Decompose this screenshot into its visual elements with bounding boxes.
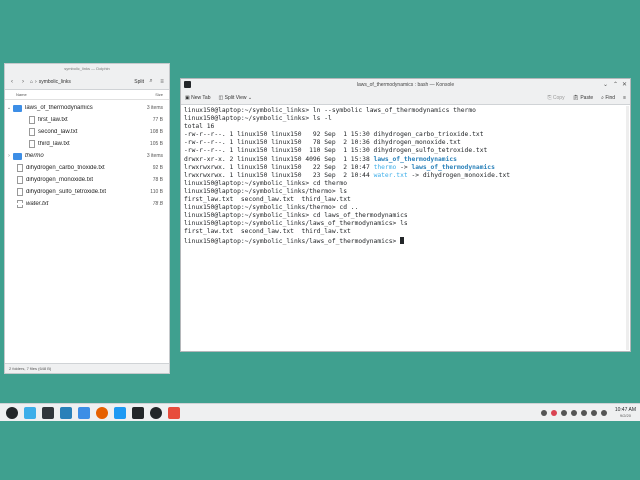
home-icon[interactable]: ⌂ — [30, 79, 33, 85]
terminal-line: -rw-r--r--. 1 linux150 linux150 110 Sep … — [184, 147, 488, 155]
copy-button[interactable]: ⎘ Copy — [548, 95, 565, 101]
system-tray: 10:47 AM 9/2/20 — [540, 404, 640, 422]
search-icon[interactable]: ⌕ — [147, 78, 155, 86]
new-tab-button[interactable]: ▣ New Tab — [185, 95, 211, 101]
terminal-line: linux150@laptop:~/symbolic_links/laws_of… — [184, 237, 401, 245]
text-file-icon — [29, 128, 35, 136]
file-link-icon — [17, 200, 23, 208]
terminal-line: drwxr-xr-x. 2 linux150 linux150 4096 Sep… — [184, 155, 374, 163]
breadcrumb[interactable]: ⌂ › symbolic_links — [30, 79, 71, 85]
dolphin-task-icon[interactable] — [114, 406, 126, 419]
konsole-task-icon[interactable] — [132, 406, 144, 419]
back-icon[interactable]: ‹ — [8, 78, 16, 86]
terminal-line: linux150@laptop:~/symbolic_links> cd the… — [184, 179, 348, 187]
chevron-right-icon[interactable]: › — [5, 153, 13, 159]
status-bar: 2 folders, 7 files (648 B) — [5, 363, 169, 373]
terminal-line: total 16 — [184, 123, 215, 131]
terminal-line: -rw-r--r--. 1 linux150 linux150 78 Sep 2… — [184, 139, 461, 147]
folder-link-icon — [13, 152, 22, 160]
pager-icon[interactable] — [24, 406, 36, 419]
fm-title: symbolic_links — Dolphin — [5, 64, 169, 74]
volume-icon[interactable] — [580, 410, 587, 416]
list-item[interactable]: water.txt 78 B — [5, 198, 169, 210]
office-icon[interactable] — [168, 406, 180, 419]
chevron-right-icon: › — [35, 78, 37, 85]
split-button[interactable]: Split — [134, 79, 144, 85]
chevron-down-icon[interactable]: ⌄ — [5, 105, 13, 111]
symlink-name: water.txt — [373, 171, 408, 179]
terminal-window: laws_of_thermodynamics : bash — Konsole … — [180, 78, 631, 352]
terminal-title: laws_of_thermodynamics : bash — Konsole — [356, 82, 455, 88]
folder-icon — [13, 104, 22, 112]
folder-app-icon[interactable] — [78, 406, 90, 419]
discover-icon[interactable] — [60, 406, 72, 419]
expand-icon[interactable] — [600, 410, 607, 416]
terminal-line: first_law.txt second_law.txt third_law.t… — [184, 228, 351, 236]
app-launcher-icon[interactable] — [6, 406, 18, 419]
text-file-icon — [29, 116, 35, 124]
menu-icon[interactable]: ≡ — [158, 78, 166, 86]
symlink-target: dihydrogen_monoxide.txt — [422, 171, 511, 179]
terminal-toolbar: ▣ New Tab ◫ Split View ⌄ ⎘ Copy 📋︎ Paste… — [181, 91, 630, 105]
text-cursor — [400, 236, 405, 244]
menu-icon[interactable]: ≡ — [623, 95, 626, 101]
find-button[interactable]: ⌕ Find — [601, 95, 615, 101]
text-file-icon — [17, 164, 23, 172]
column-header[interactable]: Name Size — [5, 90, 169, 100]
breadcrumb-current[interactable]: symbolic_links — [39, 79, 71, 85]
directory-name: laws_of_thermodynamics — [373, 155, 457, 163]
terminal-line: linux150@laptop:~/symbolic_links/laws_of… — [184, 220, 408, 228]
terminal-line: linux150@laptop:~/symbolic_links/thermo>… — [184, 204, 359, 212]
clock-date: 9/2/20 — [619, 413, 631, 418]
terminal-line: first_law.txt second_law.txt third_law.t… — [184, 196, 351, 204]
close-icon[interactable]: ✕ — [622, 79, 627, 91]
file-list: ⌄ laws_of_thermodynamics 3 items first_l… — [5, 100, 169, 210]
terminal-line: linux150@laptop:~/symbolic_links> ls -l — [184, 115, 332, 123]
list-item[interactable]: dihydrogen_sulfo_tetroxide.txt 110 B — [5, 186, 169, 198]
network-icon[interactable] — [570, 410, 577, 416]
terminal-line: lrwxrwxrwx. 1 linux150 linux150 22 Sep 2… — [184, 163, 374, 171]
list-item[interactable]: dihydrogen_monoxide.txt 78 B — [5, 174, 169, 186]
battery-icon[interactable] — [590, 410, 597, 416]
list-item[interactable]: dihydrogen_carbo_trioxide.txt 92 B — [5, 162, 169, 174]
split-view-button[interactable]: ◫ Split View ⌄ — [219, 95, 253, 101]
clock[interactable]: 10:47 AM 9/2/20 — [615, 407, 636, 419]
konsole-icon — [184, 81, 191, 88]
terminal-line: linux150@laptop:~/symbolic_links> ln --s… — [184, 107, 476, 114]
link-arrow: -> — [407, 171, 423, 179]
terminal-titlebar: laws_of_thermodynamics : bash — Konsole … — [181, 79, 630, 91]
list-item[interactable]: ⌄ laws_of_thermodynamics 3 items — [5, 102, 169, 114]
text-file-icon — [29, 140, 35, 148]
list-item[interactable]: › thermo 3 items — [5, 150, 169, 162]
terminal-app-icon[interactable] — [42, 406, 54, 419]
symlink-target: laws_of_thermodynamics — [411, 163, 495, 171]
taskbar: 10:47 AM 9/2/20 — [0, 403, 640, 421]
terminal-line: lrwxrwxrwx. 1 linux150 linux150 23 Sep 2… — [184, 171, 374, 179]
settings-icon[interactable] — [540, 410, 547, 416]
column-size[interactable]: Size — [155, 92, 163, 97]
list-item[interactable]: first_law.txt 77 B — [5, 114, 169, 126]
list-item[interactable]: third_law.txt 105 B — [5, 138, 169, 150]
fm-toolbar: ‹ › ⌂ › symbolic_links Split ⌕ ≡ — [5, 74, 169, 90]
terminal-line: linux150@laptop:~/symbolic_links> cd law… — [184, 212, 408, 220]
maximize-icon[interactable]: ⌃ — [613, 79, 618, 91]
firefox-icon[interactable] — [96, 406, 108, 419]
text-file-icon — [17, 176, 23, 184]
forward-icon[interactable]: › — [19, 78, 27, 86]
scrollbar[interactable] — [626, 106, 629, 350]
clipboard-icon[interactable] — [560, 410, 567, 416]
terminal-output[interactable]: linux150@laptop:~/symbolic_links> ln --s… — [181, 105, 630, 248]
record-icon[interactable] — [550, 410, 557, 416]
obs-icon[interactable] — [150, 406, 162, 419]
file-manager-window: symbolic_links — Dolphin ‹ › ⌂ › symboli… — [4, 63, 170, 374]
link-arrow: -> — [396, 163, 412, 171]
minimize-icon[interactable]: ⌄ — [603, 79, 608, 91]
paste-button[interactable]: 📋︎ Paste — [573, 95, 594, 101]
list-item[interactable]: second_law.txt 108 B — [5, 126, 169, 138]
column-name[interactable]: Name — [16, 92, 27, 97]
terminal-line: -rw-r--r--. 1 linux150 linux150 92 Sep 1… — [184, 131, 484, 139]
terminal-line: linux150@laptop:~/symbolic_links/thermo>… — [184, 187, 348, 195]
symlink-name: thermo — [373, 163, 397, 171]
text-file-icon — [17, 188, 23, 196]
